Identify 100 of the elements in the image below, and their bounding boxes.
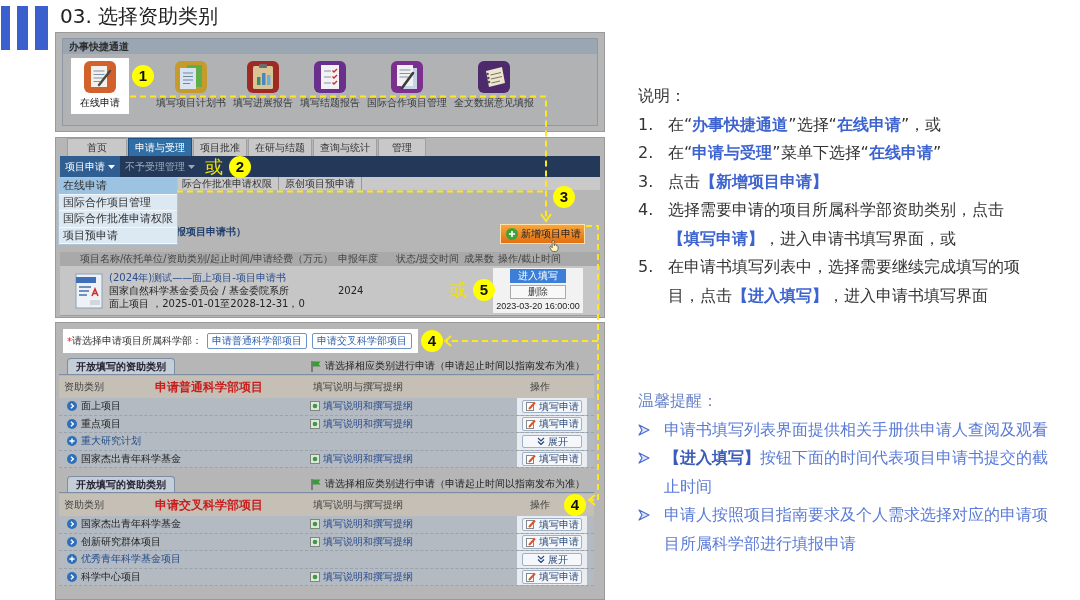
column-header: 操作 [530, 498, 550, 512]
notepad-pen-icon [84, 61, 116, 93]
apply-button[interactable]: 填写申请 [522, 417, 582, 431]
column-header: 成果数 [464, 252, 494, 266]
or-label: 或 [205, 156, 223, 178]
note-icon [310, 536, 320, 547]
tips-heading: 温馨提醒： [638, 390, 719, 412]
column-header: 状态/提交时间 [396, 252, 460, 266]
step-number: 3. [638, 170, 655, 193]
arrow-bullet-icon [638, 452, 650, 464]
column-header: 资助类别 [64, 380, 104, 394]
subject-button[interactable]: 申请普通科学部项目 [207, 333, 307, 349]
section-tab[interactable]: 开放填写的资助类别 [67, 358, 175, 374]
pdf-document-icon [75, 272, 103, 309]
step-text: 点击【新增项目申请】 [668, 170, 829, 193]
notes-heading: 说明： [638, 85, 687, 107]
section-tab[interactable]: 开放填写的资助类别 [67, 476, 175, 492]
new-application-button[interactable]: 新增项目申请 [500, 224, 585, 244]
edit-icon [525, 536, 536, 547]
shortcut-button[interactable]: 填写项目计划书 [155, 58, 227, 114]
documents-icon [175, 61, 207, 93]
dropdown-item[interactable]: 国际合作批准申请权限 [59, 211, 177, 228]
plus-circle-icon [67, 554, 77, 565]
apply-button[interactable]: 填写申请 [522, 452, 582, 466]
chevron-circle-icon [67, 453, 77, 464]
selector-prompt: 请选择申请项目所属科学部： [72, 334, 202, 348]
guide-link[interactable]: 填写说明和撰写提纲 [323, 569, 413, 584]
checklist-icon [314, 61, 346, 93]
step-number: 2. [638, 142, 655, 164]
arrow-bullet-icon [638, 423, 650, 436]
apply-button[interactable]: 填写申请 [522, 570, 582, 584]
category-name: 国家杰出青年科学基金 [81, 451, 181, 466]
menu-item[interactable]: 项目申请 [60, 156, 120, 177]
step-number: 4. [638, 199, 655, 221]
notice-text: 请选择相应类别进行申请（申请起止时间以指南发布为准） [325, 477, 585, 491]
nav-tab[interactable]: 查询与统计 [313, 138, 377, 156]
step-number: 5. [638, 256, 655, 278]
category-name: 面上项目 [81, 399, 121, 414]
delete-button[interactable]: 删除 [510, 285, 566, 299]
notice-text: 请选择相应类别进行申请（申请起止时间以指南发布为准） [325, 359, 585, 373]
chevron-circle-icon [67, 536, 77, 547]
chevron-circle-icon [67, 418, 77, 429]
edit-icon [525, 418, 536, 429]
expand-button[interactable]: 展开 [522, 552, 582, 566]
guide-link[interactable]: 填写说明和撰写提纲 [323, 399, 413, 414]
nav-tab[interactable]: 管理 [378, 138, 426, 156]
guide-link[interactable]: 填写说明和撰写提纲 [323, 416, 413, 431]
column-header: 申报年度 [338, 252, 378, 266]
column-header: 项目名称/依托单位/资助类别/起止时间/申请经费（万元） [80, 252, 334, 266]
subject-button[interactable]: 申请交叉科学部项目 [312, 333, 412, 349]
expand-button[interactable]: 展开 [522, 434, 582, 448]
submenu-item[interactable]: 原创项目预申请 [279, 177, 362, 190]
tip-text: 申请书填写列表界面提供相关手册供申请人查阅及观看 [664, 418, 1049, 441]
section-heading: 申请普通科学部项目 [155, 378, 263, 396]
nav-tab[interactable]: 在研与结题 [248, 138, 312, 156]
apply-button[interactable]: 填写申请 [522, 517, 582, 531]
edit-icon [525, 571, 536, 582]
application-link[interactable]: (2024年)测试——面上项目-项目申请书 [109, 271, 286, 284]
nav-tab[interactable]: 申请与受理 [128, 138, 192, 156]
caret-icon [108, 164, 115, 169]
guide-link[interactable]: 填写说明和撰写提纲 [323, 517, 413, 532]
tip-text: 申请人按照项目指南要求及个人需求选择对应的申请项目所属科学部进行填报申请 [664, 504, 1049, 555]
dropdown-item[interactable]: 项目预申请 [59, 227, 177, 244]
nav-tab[interactable]: 项目批准 [193, 138, 247, 156]
dropdown-item[interactable]: 国际合作项目管理 [59, 194, 177, 211]
category-name: 国家杰出青年科学基金 [81, 517, 181, 532]
section-heading: 申请交叉科学部项目 [155, 496, 263, 514]
table-cell: 面上项目 ，2025-01-01至2028-12-31，0 [109, 297, 305, 310]
required-mark: * [67, 335, 72, 347]
continue-button[interactable]: 进入填写 [510, 269, 566, 283]
shortcut-button[interactable]: 填写进展报告 [232, 58, 294, 114]
document-pen-icon [391, 61, 423, 93]
notebook-icon [478, 61, 510, 93]
tip-text: 【进入填写】按钮下面的时间代表项目申请书提交的截止时间 [664, 447, 1049, 498]
nav-tab[interactable]: 首页 [67, 138, 127, 156]
double-chevron-icon [536, 555, 545, 564]
note-icon [310, 453, 320, 464]
dropdown-item[interactable]: 在线申请 [59, 178, 177, 195]
shortcut-button[interactable]: 全文数据意见填报 [453, 58, 535, 114]
guide-link[interactable]: 填写说明和撰写提纲 [323, 534, 413, 549]
step-text: 在“申请与受理”菜单下选择“在线申请” [668, 142, 943, 164]
edit-icon [525, 453, 536, 464]
column-header: 资助类别 [64, 498, 104, 512]
shortcut-button[interactable]: 填写结题报告 [299, 58, 361, 114]
flag-icon [310, 478, 322, 490]
edit-icon [525, 401, 536, 412]
shortcut-button[interactable]: 国际合作项目管理 [366, 58, 448, 114]
or-label: 或 [449, 279, 467, 301]
clipboard-chart-icon [247, 61, 279, 93]
guide-link[interactable]: 填写说明和撰写提纲 [323, 451, 413, 466]
caret-icon [188, 164, 195, 169]
plus-circle-icon [67, 436, 77, 447]
step-text: 选择需要申请的项目所属科学部资助类别，点击【填写申请】，进入申请书填写界面，或 [668, 199, 1005, 250]
step-text: 在“办事快捷通道”选择“在线申请”，或 [668, 113, 943, 136]
shortcut-button[interactable]: 在线申请 [71, 58, 129, 114]
category-name: 科学中心项目 [81, 569, 141, 584]
menu-item[interactable]: 不予受理管理 [120, 156, 200, 177]
apply-button[interactable]: 填写申请 [522, 535, 582, 549]
apply-button[interactable]: 填写申请 [522, 399, 582, 413]
double-chevron-icon [536, 437, 545, 446]
